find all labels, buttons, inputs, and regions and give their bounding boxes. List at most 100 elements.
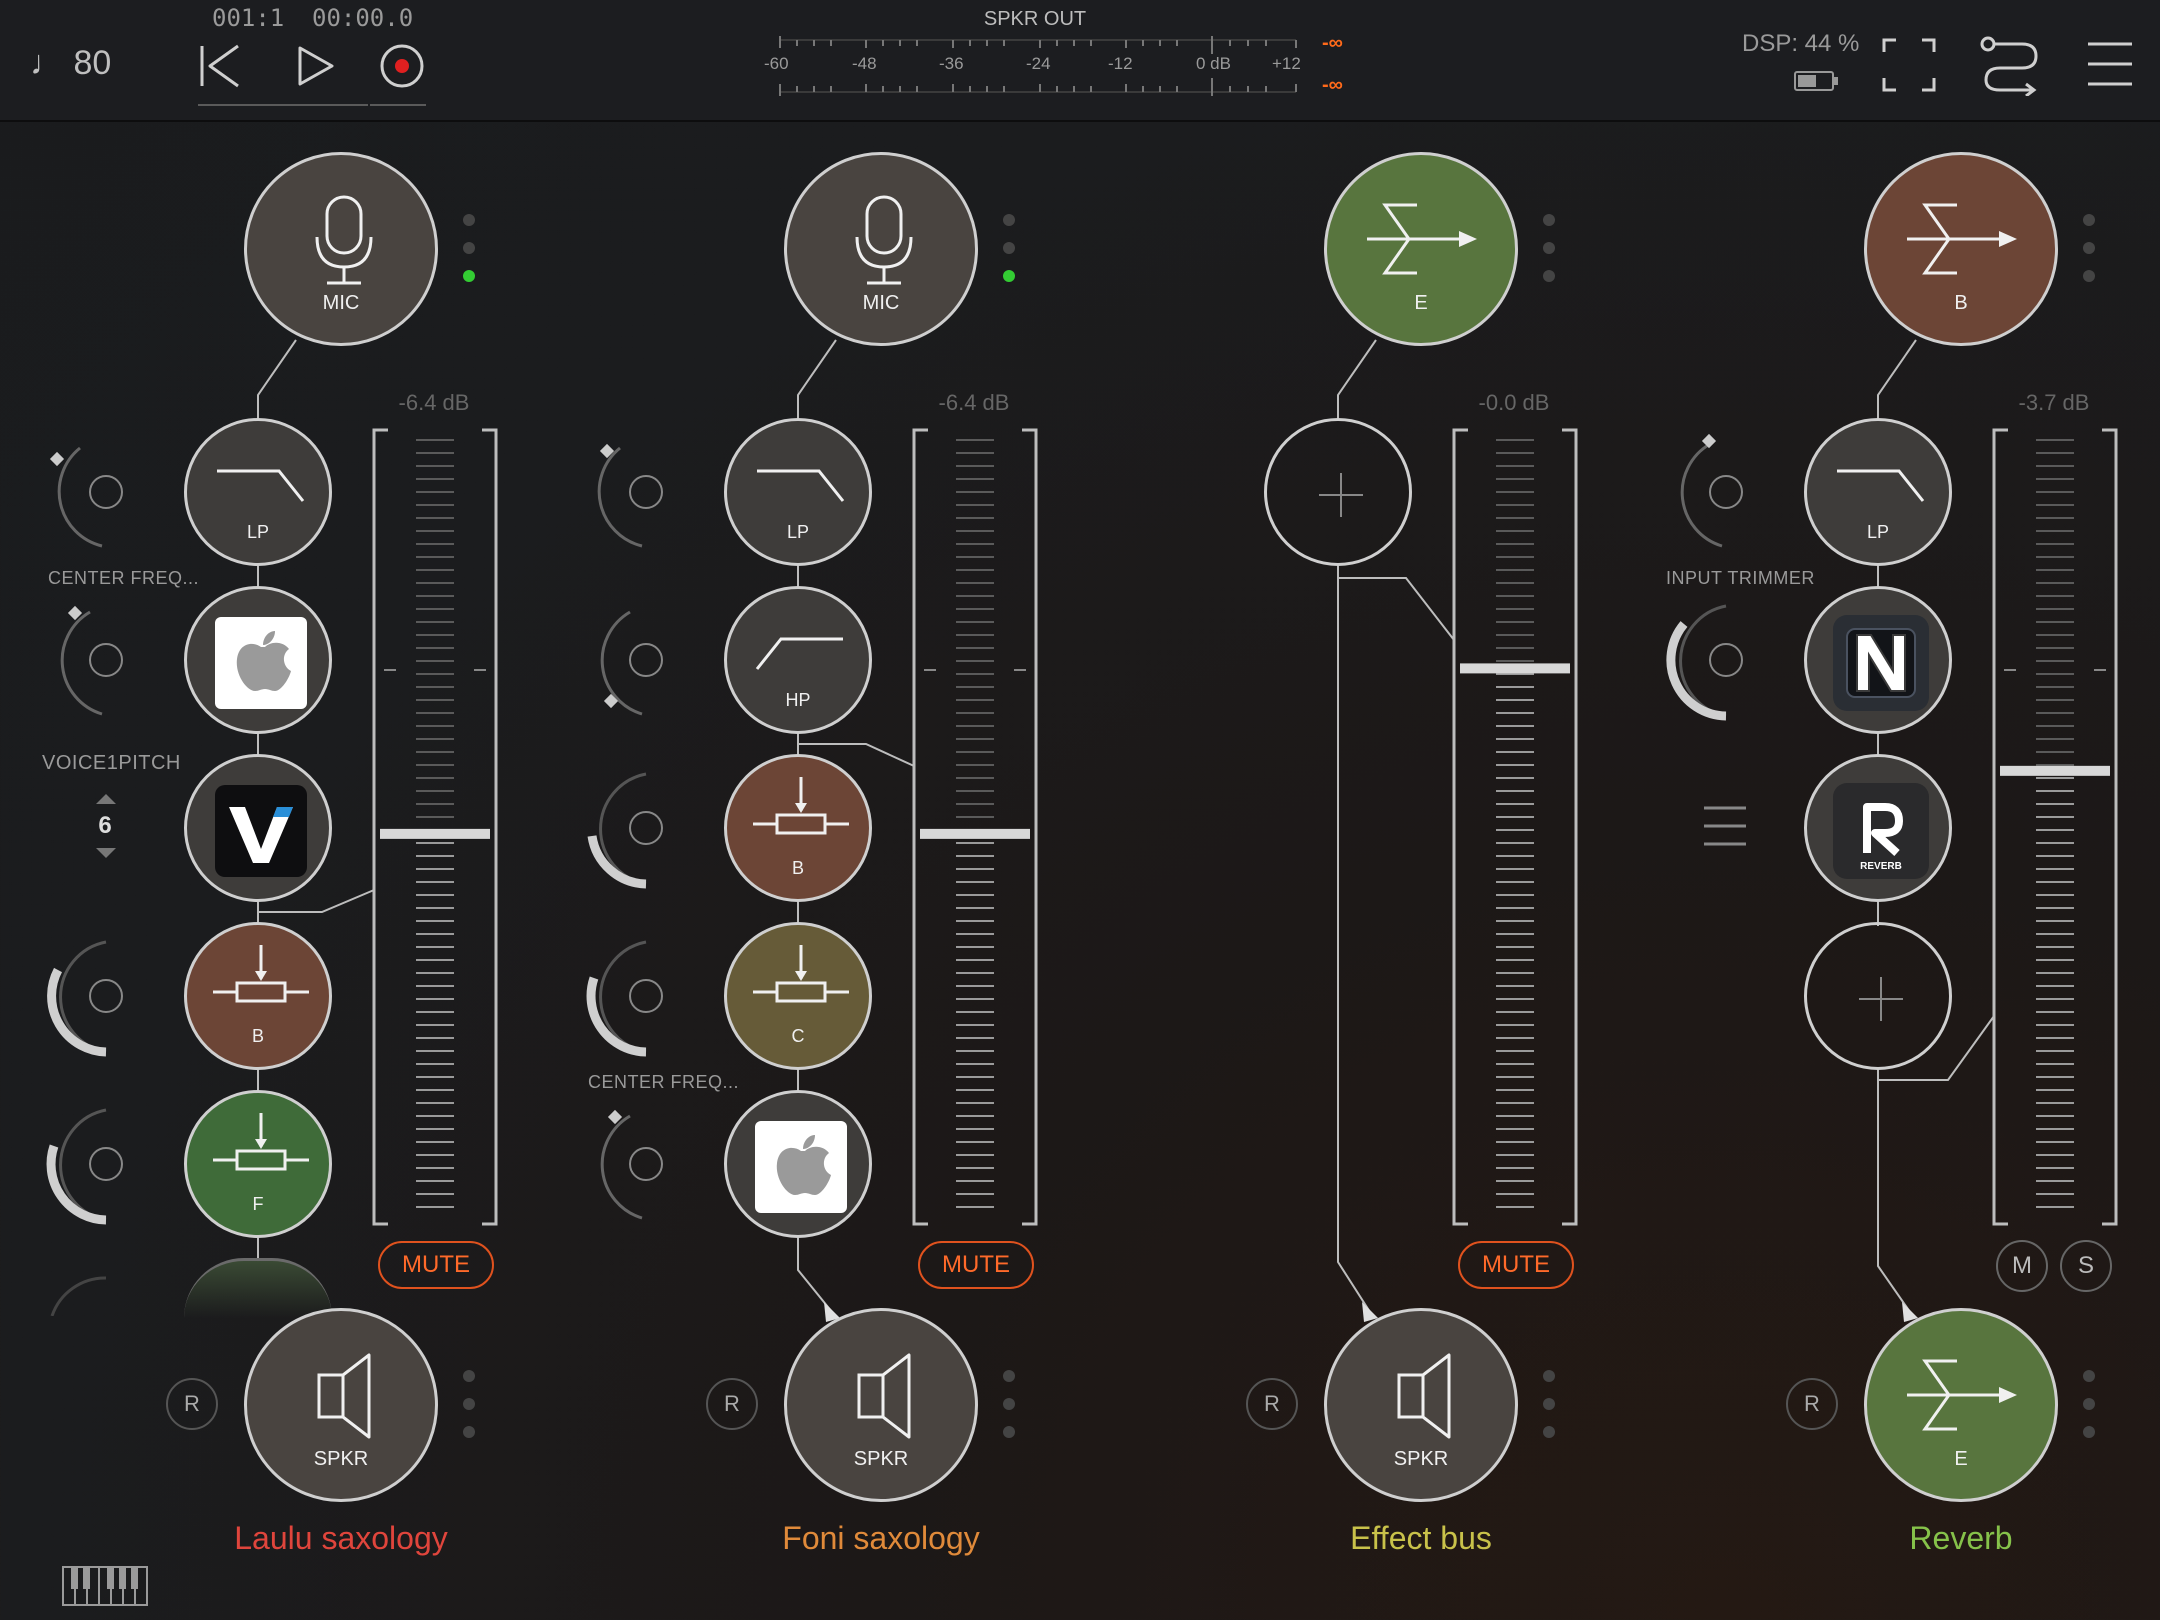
volume-fader[interactable] [370, 428, 500, 1228]
output-node-bus-e[interactable]: E [1864, 1308, 2058, 1502]
stepper-value: 6 [98, 812, 112, 839]
drag-handle-icon[interactable] [1702, 804, 1748, 850]
lowpass-filter-icon [1837, 469, 1925, 502]
effect-node-apple-plugin[interactable] [184, 586, 332, 734]
effect-node-reverb-plugin[interactable]: REVERB [1804, 754, 1952, 902]
param-knob[interactable] [570, 752, 720, 902]
node-label: B [791, 858, 804, 878]
record-arm-button[interactable]: R [1246, 1378, 1298, 1430]
channel-name[interactable]: Effect bus [1221, 1520, 1621, 1557]
plus-icon [1859, 977, 1903, 1021]
record-arm-button[interactable]: R [1786, 1378, 1838, 1430]
output-node-speaker[interactable]: SPKR [1324, 1308, 1518, 1502]
channel-name[interactable]: Laulu saxology [141, 1520, 541, 1557]
input-node-mic[interactable]: MIC [784, 152, 978, 346]
bus-sum-icon [1907, 203, 2017, 275]
effect-node-n-plugin[interactable] [1804, 586, 1952, 734]
output-node-speaker[interactable]: SPKR [784, 1308, 978, 1502]
gain-readout: -6.4 dB [938, 390, 1010, 415]
effect-node-bus-b[interactable]: B [724, 754, 872, 902]
effect-node-bus-f[interactable]: F [184, 1090, 332, 1238]
effect-node-highpass[interactable]: HP [724, 586, 872, 734]
apple-plugin-icon [215, 617, 307, 709]
volume-fader[interactable] [1450, 428, 1580, 1228]
node-label: SPKR [313, 1448, 369, 1470]
param-knob[interactable] [570, 416, 720, 566]
output-indicator [1543, 1426, 1555, 1438]
input-node-bus-b[interactable]: B [1864, 152, 2058, 346]
param-knob[interactable] [30, 1256, 180, 1316]
param-knob[interactable] [1650, 584, 1800, 734]
microphone-icon [855, 195, 913, 285]
effect-node-bus-b[interactable]: B [184, 922, 332, 1070]
output-node-speaker[interactable]: SPKR [244, 1308, 438, 1502]
input-node-bus-e[interactable]: E [1324, 152, 1518, 346]
mute-button[interactable]: MUTE [1458, 1241, 1574, 1289]
param-knob[interactable] [30, 416, 180, 566]
input-indicator [1543, 270, 1555, 282]
node-label: B [1954, 292, 1968, 314]
node-label: E [1414, 292, 1428, 314]
speaker-icon [857, 1353, 911, 1439]
output-indicator [1543, 1370, 1555, 1382]
gain-readout: -0.0 dB [1478, 390, 1550, 415]
speaker-icon [1397, 1353, 1451, 1439]
param-knob[interactable] [30, 584, 180, 734]
effect-node-voice-plugin[interactable] [184, 754, 332, 902]
node-label: C [791, 1026, 805, 1046]
param-knob[interactable] [1650, 416, 1800, 566]
param-knob[interactable] [570, 1088, 720, 1238]
node-label: LP [786, 522, 810, 542]
bus-sum-icon [1907, 1359, 2017, 1431]
input-indicator [1003, 214, 1015, 226]
output-indicator [2083, 1398, 2095, 1410]
solo-button[interactable]: S [2060, 1240, 2112, 1292]
add-effect-button[interactable] [1804, 922, 1952, 1070]
node-label: SPKR [853, 1448, 909, 1470]
output-indicator [1003, 1370, 1015, 1382]
param-knob[interactable] [30, 920, 180, 1070]
output-indicator [2083, 1426, 2095, 1438]
reverb-plugin-icon: REVERB [1833, 783, 1929, 879]
param-knob[interactable] [570, 920, 720, 1070]
mute-button[interactable]: MUTE [378, 1241, 494, 1289]
gain-readout: -3.7 dB [2018, 390, 2090, 415]
record-arm-button[interactable]: R [706, 1378, 758, 1430]
svg-text:REVERB: REVERB [1860, 861, 1902, 872]
node-label: F [252, 1194, 264, 1214]
input-indicator [1543, 214, 1555, 226]
effect-node-apple-plugin[interactable] [724, 1090, 872, 1238]
volume-fader[interactable] [910, 428, 1040, 1228]
effect-node-bus-c[interactable]: C [724, 922, 872, 1070]
send-bus-icon [213, 945, 309, 1003]
param-knob[interactable] [30, 1088, 180, 1238]
add-effect-button[interactable] [1264, 418, 1412, 566]
record-arm-button[interactable]: R [166, 1378, 218, 1430]
input-indicator [1543, 242, 1555, 254]
send-bus-icon [213, 1113, 309, 1171]
input-node-mic[interactable]: MIC [244, 152, 438, 346]
input-indicator [1003, 242, 1015, 254]
keyboard-icon[interactable] [62, 1566, 148, 1606]
param-label: VOICE1PITCH [42, 752, 181, 774]
lowpass-filter-icon [757, 469, 845, 502]
param-knob[interactable] [570, 584, 720, 734]
effect-node-lowpass[interactable]: LP [1804, 418, 1952, 566]
input-indicator [2083, 270, 2095, 282]
node-label: LP [246, 522, 270, 542]
node-label: MIC [862, 292, 900, 314]
mute-button[interactable]: MUTE [918, 1241, 1034, 1289]
plus-icon [1319, 473, 1363, 517]
speaker-icon [317, 1353, 371, 1439]
channel-name[interactable]: Reverb [1761, 1520, 2160, 1557]
mute-button[interactable]: M [1996, 1240, 2048, 1292]
send-bus-icon [753, 777, 849, 835]
apple-plugin-icon [755, 1121, 847, 1213]
node-label: SPKR [1393, 1448, 1449, 1470]
volume-fader[interactable] [1990, 428, 2120, 1228]
effect-node-lowpass[interactable]: LP [724, 418, 872, 566]
node-label: HP [785, 690, 811, 710]
channel-name[interactable]: Foni saxology [681, 1520, 1081, 1557]
input-indicator [2083, 242, 2095, 254]
effect-node-lowpass[interactable]: LP [184, 418, 332, 566]
